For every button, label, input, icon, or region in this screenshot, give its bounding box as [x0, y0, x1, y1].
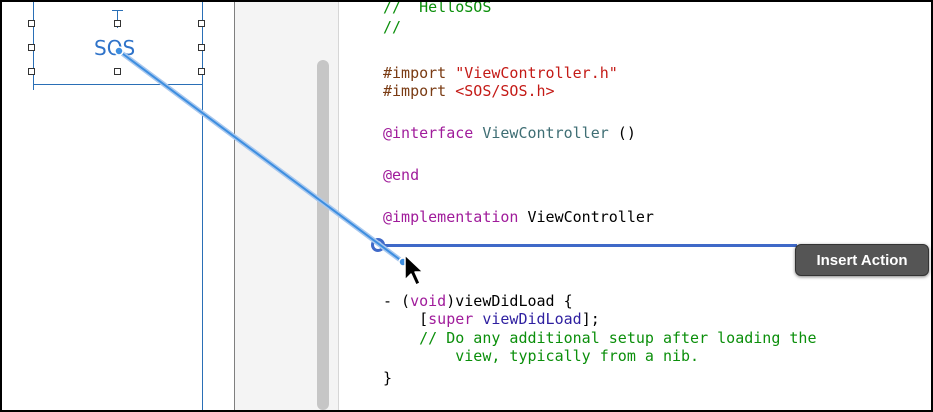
layout-guide-right: [202, 2, 203, 410]
resize-handle-left[interactable]: [28, 44, 35, 51]
resize-handle-right[interactable]: [198, 44, 205, 51]
code-line: #import "ViewController.h": [383, 64, 618, 82]
resize-handle-bottom-left[interactable]: [28, 68, 35, 75]
insertion-line: [377, 244, 797, 247]
resize-handle-bottom-right[interactable]: [198, 68, 205, 75]
code-line: }: [383, 369, 393, 387]
code-line: // HelloSOS: [383, 0, 492, 16]
xcode-assistant-editor: SOS // HelloSOS // #import "ViewControll…: [0, 0, 933, 412]
storyboard-canvas[interactable]: SOS: [2, 2, 234, 410]
constraint-top-cap: [112, 10, 123, 11]
code-line: view, typically from a nib.: [455, 347, 700, 365]
resize-handle-top-left[interactable]: [28, 20, 35, 27]
code-editor[interactable]: // HelloSOS // #import "ViewController.h…: [339, 2, 931, 410]
code-line: // Do any additional setup after loading…: [419, 329, 817, 347]
scrollbar-thumb[interactable]: [317, 60, 329, 410]
resize-handle-top[interactable]: [114, 20, 121, 27]
code-line: [super viewDidLoad];: [419, 310, 600, 328]
code-line: @end: [383, 166, 420, 184]
resize-handle-bottom[interactable]: [114, 68, 121, 75]
resize-handle-top-right[interactable]: [198, 20, 205, 27]
layout-guide-bottom: [33, 84, 203, 85]
editor-gutter: [235, 2, 339, 410]
code-line: @implementation ViewController: [383, 208, 654, 226]
code-line: @interface ViewController (): [383, 124, 636, 142]
insert-action-tooltip: Insert Action: [795, 244, 929, 276]
code-line: - (void)viewDidLoad {: [383, 292, 573, 310]
insertion-point-marker: [371, 238, 385, 252]
code-line: //: [383, 18, 402, 36]
code-line: #import <SOS/SOS.h>: [383, 82, 555, 100]
sos-button[interactable]: SOS: [94, 36, 135, 60]
